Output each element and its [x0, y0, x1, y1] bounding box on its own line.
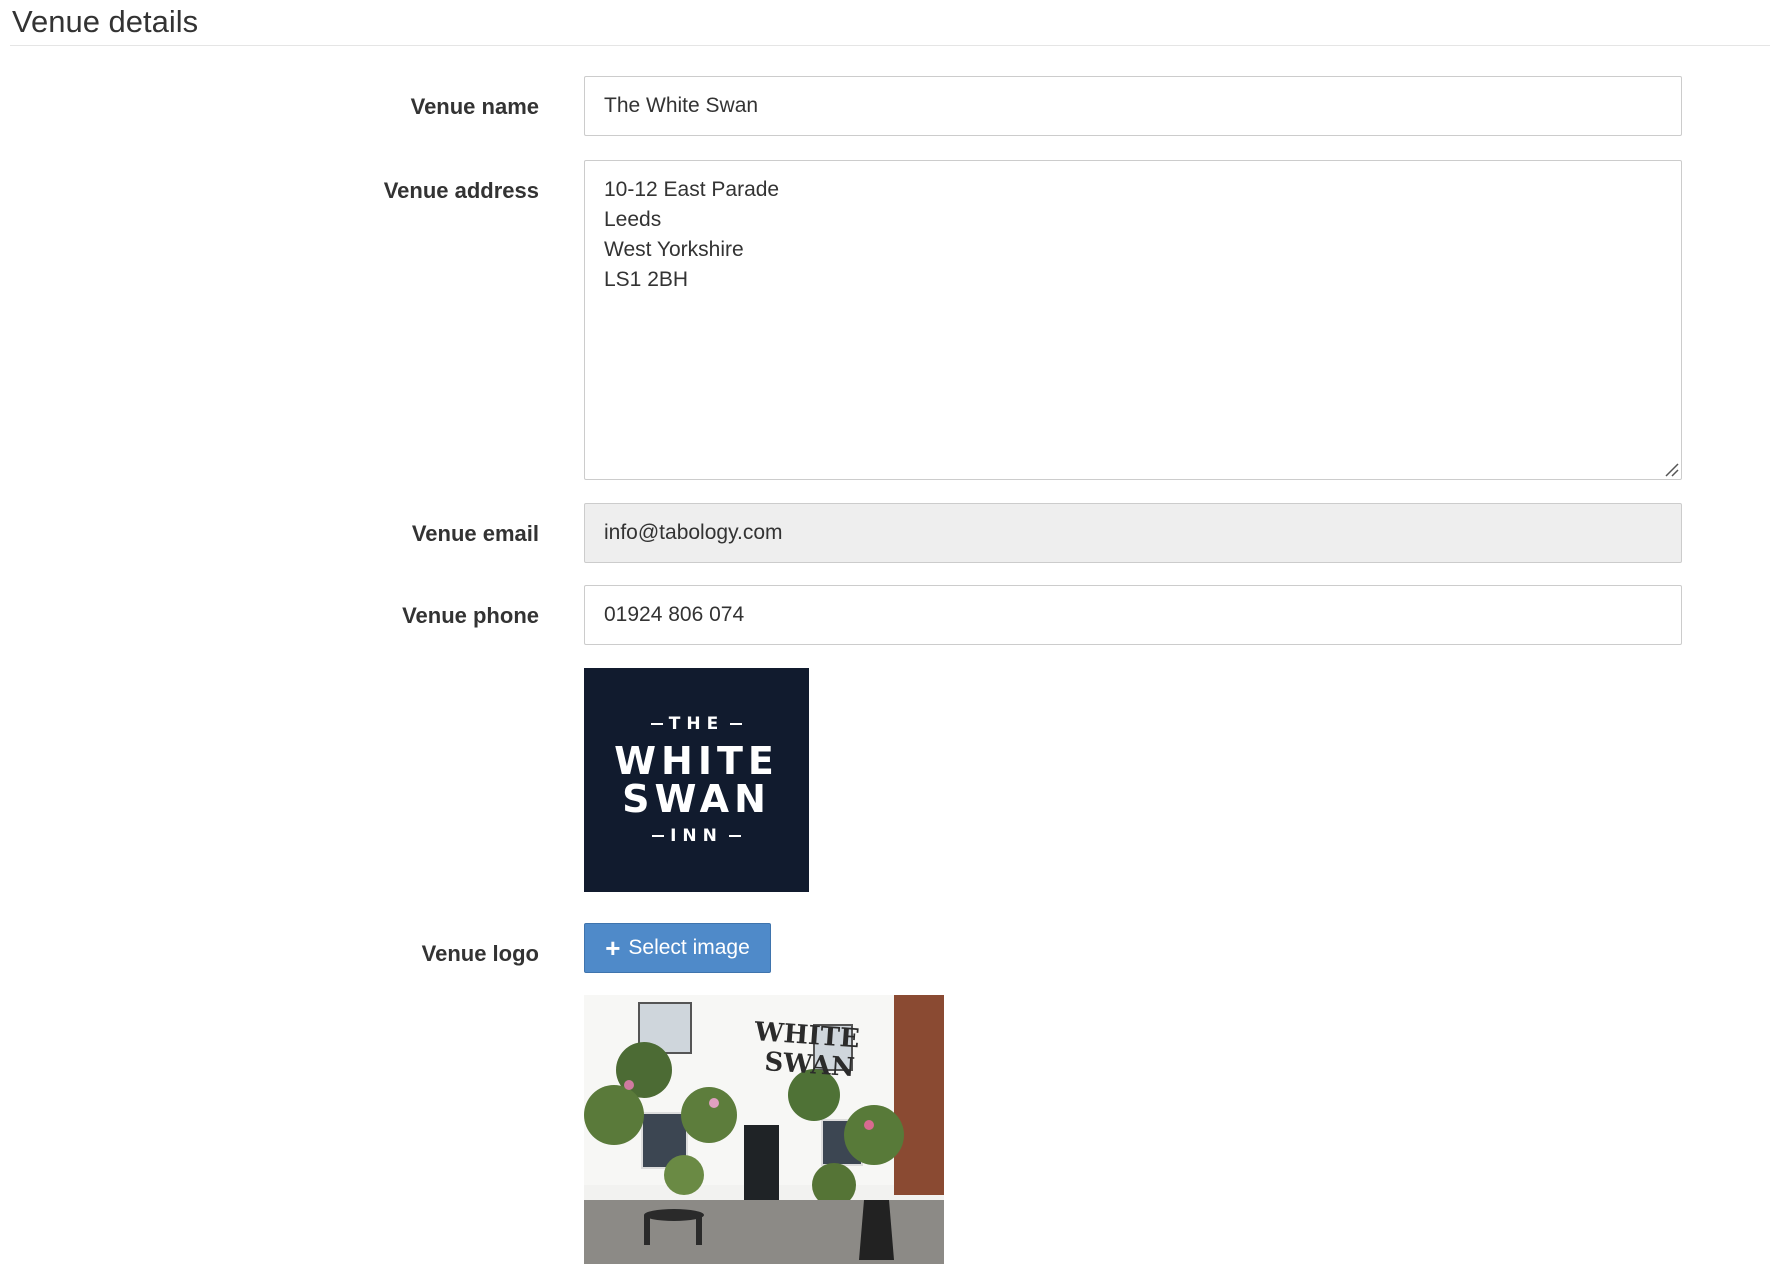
venue-logo-label: Venue logo — [421, 941, 539, 966]
venue-email-label: Venue email — [411, 521, 539, 546]
address-line: West Yorkshire — [604, 238, 744, 261]
select-image-label: Select image — [628, 936, 750, 959]
plus-icon: + — [605, 933, 621, 963]
title-divider — [10, 45, 1770, 46]
venue-phone-label: Venue phone — [402, 603, 539, 628]
venue-phone-value: 01924 806 074 — [604, 603, 745, 626]
address-line: LS1 2BH — [604, 268, 689, 291]
address-line: Leeds — [604, 208, 662, 231]
logo-text-line1: WHITE — [614, 739, 779, 783]
resize-handle-icon[interactable] — [1663, 461, 1679, 477]
venue-phone-input[interactable]: 01924 806 074 — [584, 585, 1682, 645]
venue-address-label: Venue address — [383, 178, 539, 203]
address-line: 10-12 East Parade — [604, 178, 780, 201]
logo-text-top: THE — [650, 714, 743, 734]
logo-text-line2: SWAN — [622, 777, 771, 821]
venue-logo-preview: THE WHITE SWAN INN — [584, 668, 809, 892]
logo-text-bottom: INN — [652, 826, 741, 846]
venue-name-label: Venue name — [410, 94, 539, 119]
venue-email-input: info@tabology.com — [584, 503, 1682, 563]
venue-address-textarea[interactable]: 10-12 East Parade Leeds West Yorkshire L… — [584, 160, 1682, 480]
venue-email-value: info@tabology.com — [604, 521, 783, 544]
select-image-button[interactable]: + Select image — [584, 923, 771, 973]
photo-sign-swan: SWAN — [764, 1047, 856, 1083]
section-title: Venue details — [12, 4, 199, 39]
venue-photo: WHITE SWAN — [584, 995, 944, 1264]
venue-name-value: The White Swan — [604, 94, 759, 117]
venue-name-input[interactable]: The White Swan — [584, 76, 1682, 136]
